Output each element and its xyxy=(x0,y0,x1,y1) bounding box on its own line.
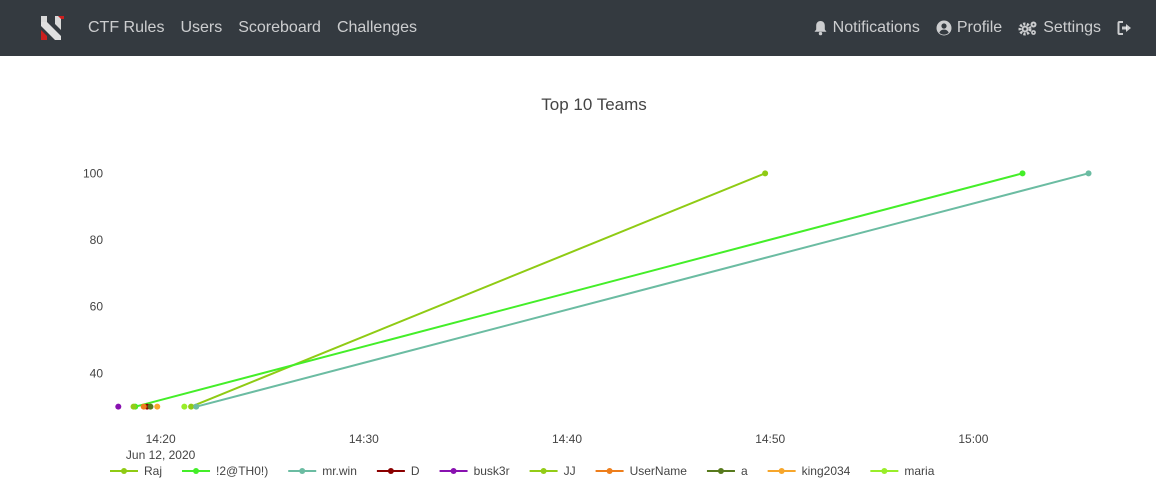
nav-profile-label: Profile xyxy=(956,19,1003,36)
legend-label: mr.win xyxy=(322,464,357,478)
legend-item[interactable]: JJ xyxy=(529,464,576,478)
legend-label: busk3r xyxy=(474,464,510,478)
nav-settings[interactable]: Settings xyxy=(1010,0,1109,56)
data-point[interactable] xyxy=(193,403,200,410)
gears-icon xyxy=(1018,21,1037,36)
nav-scoreboard[interactable]: Scoreboard xyxy=(230,0,329,56)
series-line xyxy=(195,172,1089,408)
legend-item[interactable]: !2@TH0!) xyxy=(182,464,268,478)
legend-marker xyxy=(121,468,127,474)
y-tick-label: 80 xyxy=(90,233,104,247)
chart-title: Top 10 Teams xyxy=(541,95,647,114)
series-!2@TH0!) xyxy=(132,170,1026,410)
top-navbar: CTF Rules Users Scoreboard Challenges Notif… xyxy=(0,0,1156,56)
legend-label: a xyxy=(741,464,748,478)
scoreboard-graph: Top 10 Teams 40 60 80 100 14:20 14:30 14:40 14… xyxy=(0,56,1156,499)
y-tick-label: 100 xyxy=(83,166,103,180)
legend-marker xyxy=(778,468,785,474)
legend-label: D xyxy=(411,464,420,478)
legend-item[interactable]: busk3r xyxy=(439,464,510,478)
legend-marker xyxy=(299,468,306,474)
legend-marker xyxy=(387,468,394,474)
nav-right-links: Notifications Profile Settings xyxy=(805,0,1156,56)
series-king2034 xyxy=(154,403,161,410)
y-axis: 40 60 80 100 xyxy=(83,166,103,380)
data-point[interactable] xyxy=(1019,170,1026,177)
x-tick-label: 14:20 xyxy=(146,432,176,446)
data-point[interactable] xyxy=(762,170,769,177)
nav-ctf-rules[interactable]: CTF Rules xyxy=(80,0,172,56)
y-tick-label: 40 xyxy=(90,366,104,380)
series-UserName xyxy=(140,403,147,410)
series-Raj xyxy=(188,170,769,410)
nav-settings-label: Settings xyxy=(1043,19,1101,36)
legend-item[interactable]: maria xyxy=(870,464,935,478)
nav-profile[interactable]: Profile xyxy=(928,0,1010,56)
legend-label: UserName xyxy=(630,464,688,478)
legend-marker xyxy=(717,468,724,474)
x-tick-label: 15:00 xyxy=(958,432,988,446)
user-circle-icon xyxy=(936,20,952,36)
legend-label: Raj xyxy=(144,464,162,478)
legend-marker xyxy=(606,468,613,474)
nav-users[interactable]: Users xyxy=(172,0,230,56)
series-JJ xyxy=(130,403,137,410)
data-point[interactable] xyxy=(1085,170,1092,177)
series-maria xyxy=(181,403,188,410)
nav-notifications-label: Notifications xyxy=(832,19,920,36)
series-mr.win xyxy=(193,170,1092,410)
legend-marker xyxy=(193,468,200,474)
legend-item[interactable]: mr.win xyxy=(288,464,357,478)
data-point[interactable] xyxy=(130,403,137,410)
series-group xyxy=(115,170,1092,410)
series-line xyxy=(190,172,766,408)
bell-icon xyxy=(814,21,827,36)
nav-left-links: CTF Rules Users Scoreboard Challenges xyxy=(80,0,425,56)
data-point[interactable] xyxy=(140,403,147,410)
legend-item[interactable]: a xyxy=(706,464,748,478)
x-date-label: Jun 12, 2020 xyxy=(126,448,196,462)
logo-icon xyxy=(41,16,64,40)
x-tick-label: 14:40 xyxy=(552,432,582,446)
nav-logout[interactable] xyxy=(1109,0,1156,56)
legend-item[interactable]: D xyxy=(376,464,420,478)
sign-out-icon xyxy=(1117,21,1131,35)
legend-label: king2034 xyxy=(802,464,851,478)
legend-marker xyxy=(881,468,888,474)
x-tick-label: 14:30 xyxy=(349,432,379,446)
chart-legend: Raj !2@TH0!) mr.win Dbusk3r JJ UserName a king2… xyxy=(110,464,935,478)
legend-marker xyxy=(540,468,547,474)
nav-challenges[interactable]: Challenges xyxy=(329,0,425,56)
legend-item[interactable]: king2034 xyxy=(767,464,851,478)
legend-item[interactable]: Raj xyxy=(110,464,162,478)
brand-logo[interactable] xyxy=(38,16,64,40)
series-busk3r xyxy=(115,403,122,410)
legend-label: maria xyxy=(904,464,934,478)
data-point[interactable] xyxy=(181,403,188,410)
top-teams-chart[interactable]: Top 10 Teams 406080100 14:20 14:30 14:40 14… xyxy=(0,56,1156,499)
data-point[interactable] xyxy=(147,403,154,410)
nav-notifications[interactable]: Notifications xyxy=(805,0,928,56)
legend-marker xyxy=(450,468,457,474)
x-tick-label: 14:50 xyxy=(755,432,785,446)
data-point[interactable] xyxy=(115,403,122,410)
series-line xyxy=(134,172,1023,408)
legend-label: JJ xyxy=(564,464,576,478)
series-a xyxy=(147,403,154,410)
x-axis: 14:20 14:30 14:40 14:50 15:00 Jun 12, 2020 xyxy=(126,432,989,462)
data-point[interactable] xyxy=(154,403,161,410)
legend-item[interactable]: UserName xyxy=(595,464,688,478)
legend-label: !2@TH0!) xyxy=(216,464,268,478)
y-tick-label: 60 xyxy=(90,300,104,314)
